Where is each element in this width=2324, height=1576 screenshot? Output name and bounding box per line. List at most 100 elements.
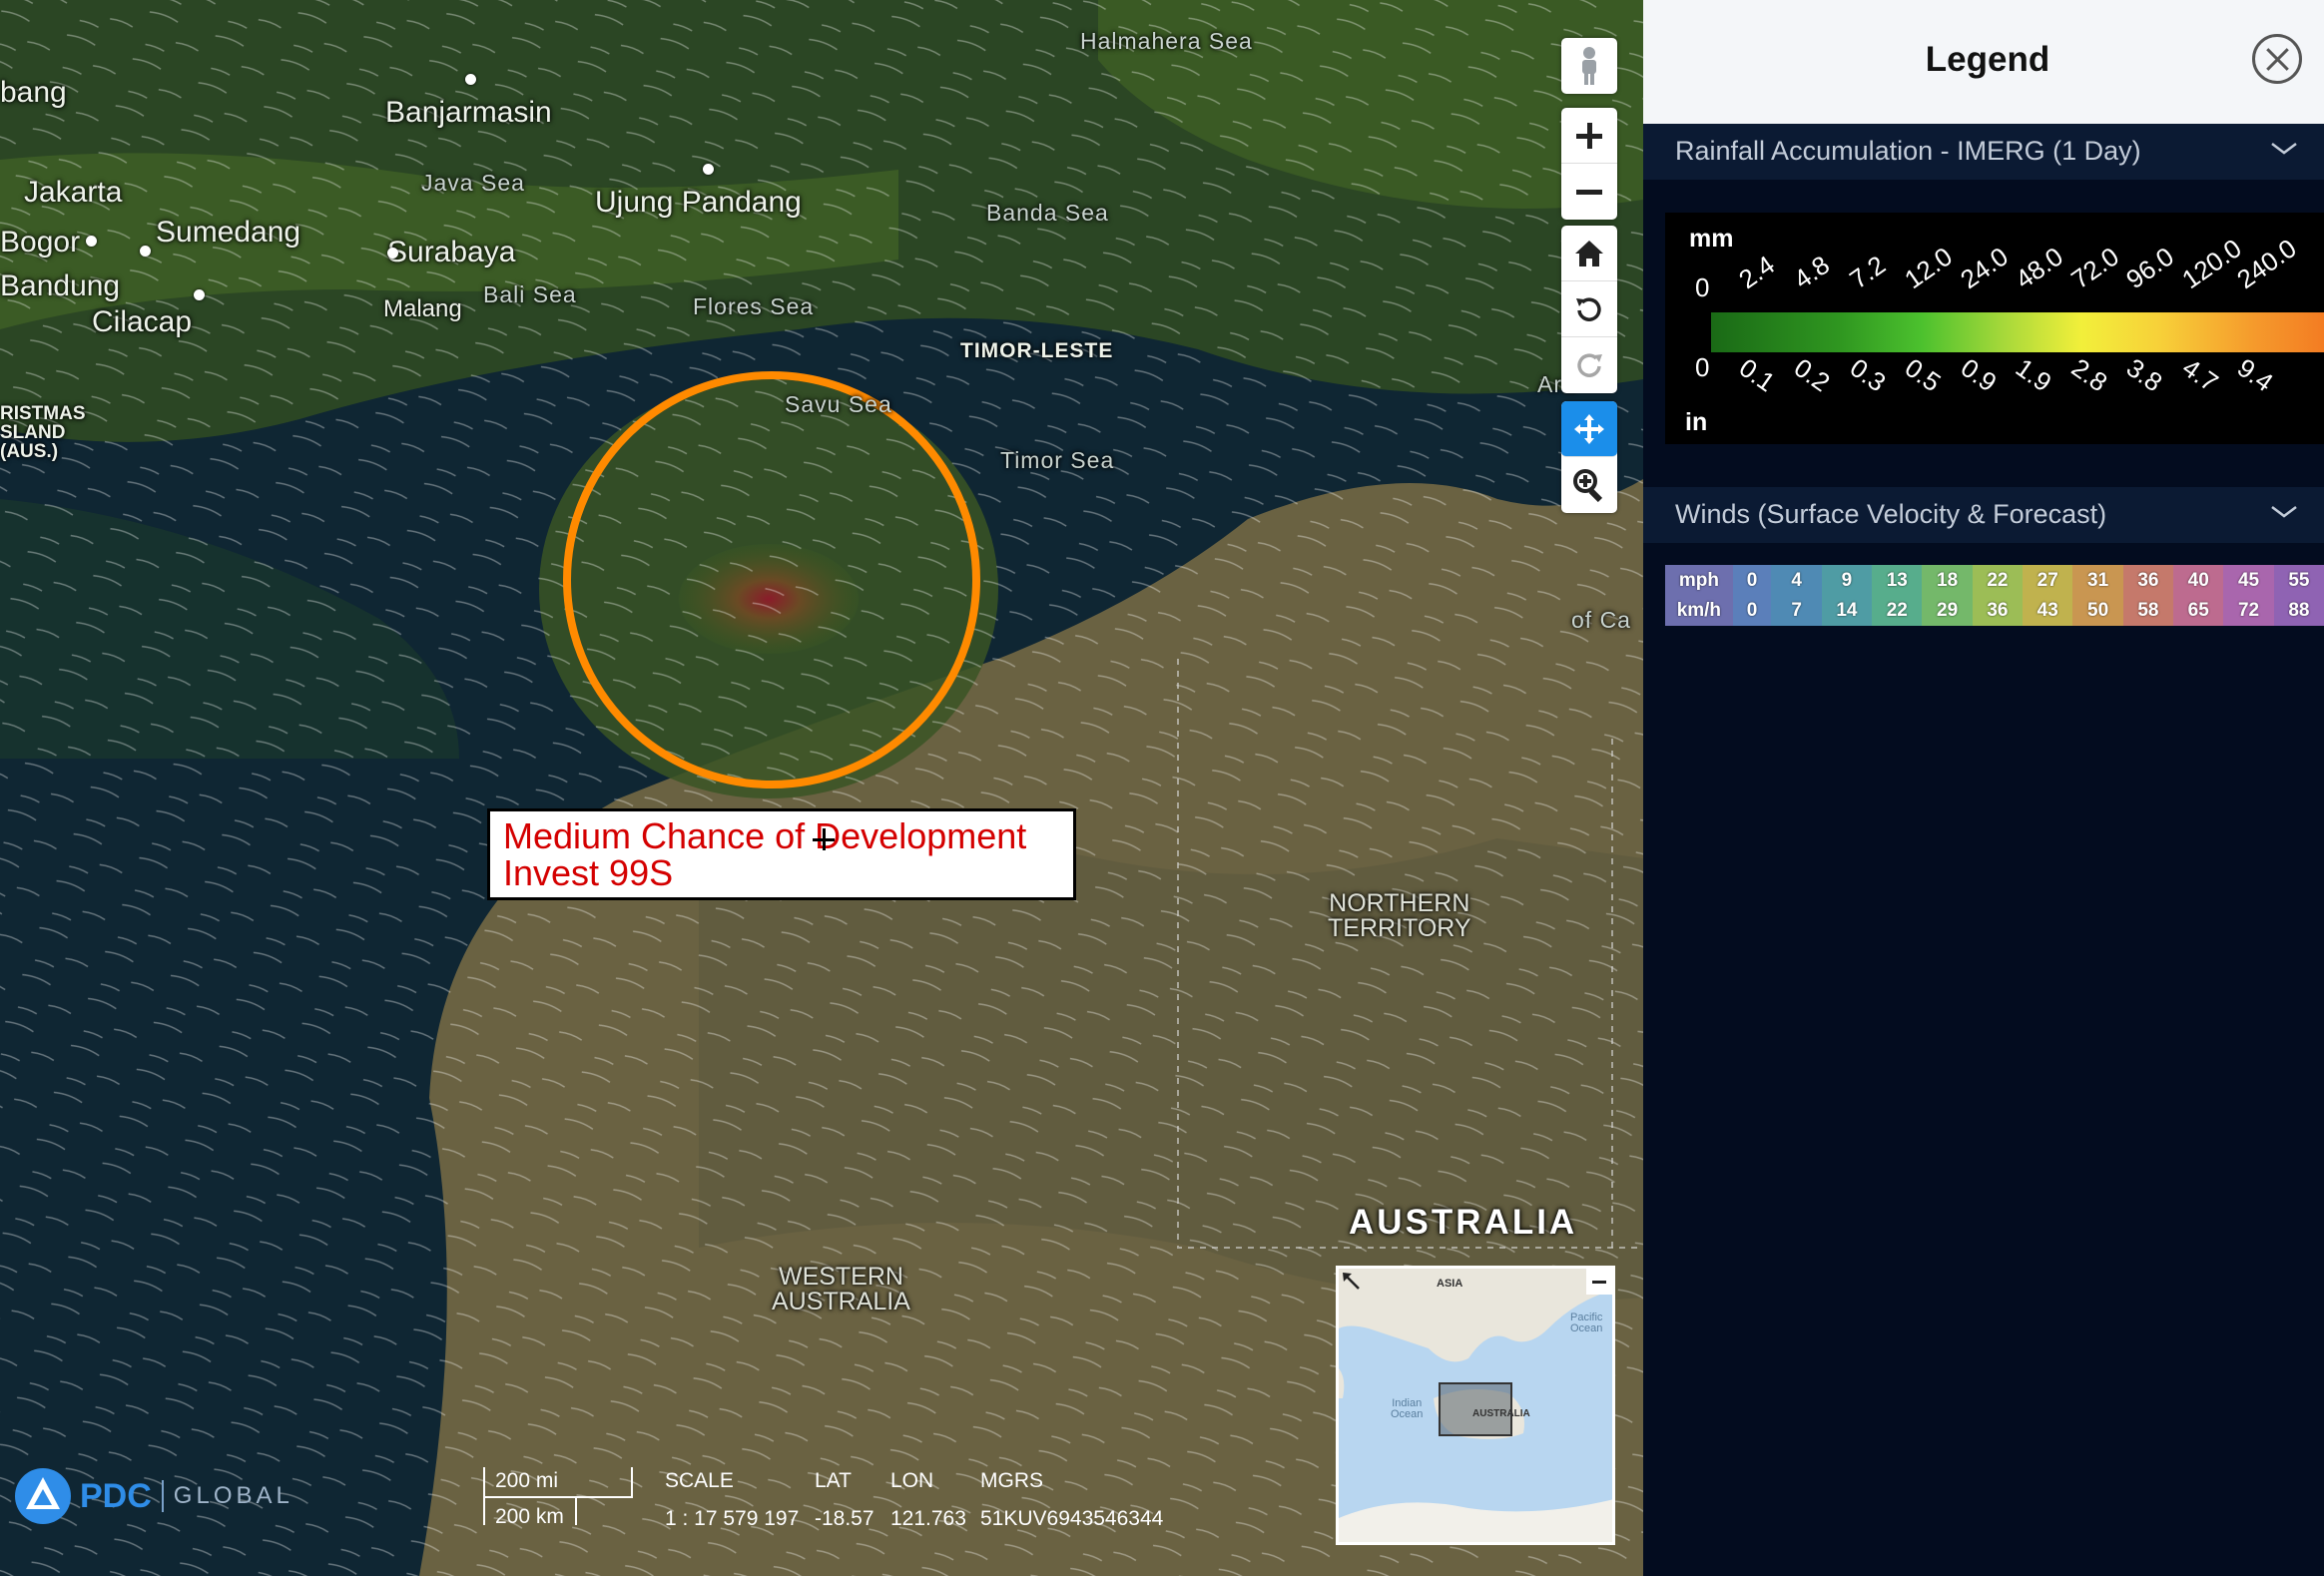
place-label: Sumedang bbox=[156, 216, 301, 249]
scale-bar: 200 mi 200 km bbox=[483, 1467, 633, 1528]
storm-annotation[interactable]: Medium Chance of Development Invest 99S bbox=[487, 808, 1076, 900]
minimap-label: Indian Ocean bbox=[1391, 1397, 1424, 1420]
wind-value: 88 bbox=[2288, 599, 2310, 621]
wind-value: 4 bbox=[1791, 569, 1802, 591]
place-label: Bandung bbox=[0, 269, 121, 302]
chevron-down-icon[interactable] bbox=[2270, 505, 2298, 519]
crosshair-icon bbox=[813, 828, 835, 850]
in-tick: 9.4 bbox=[2231, 352, 2279, 398]
in-tick: 4.7 bbox=[2176, 352, 2224, 398]
street-view-control[interactable] bbox=[1561, 38, 1617, 94]
wind-speed-cell: 00 bbox=[1732, 565, 1772, 626]
move-icon[interactable] bbox=[1561, 401, 1617, 457]
sea-label: of Ca bbox=[1571, 607, 1631, 633]
sea-label: Halmahera Sea bbox=[1080, 28, 1253, 54]
region-label: NORTHERN TERRITORY bbox=[1328, 889, 1471, 942]
country-label: AUSTRALIA bbox=[1349, 1203, 1578, 1242]
wind-speed-cell: 9 14 bbox=[1821, 565, 1873, 626]
zoom-search-icon[interactable] bbox=[1561, 457, 1617, 513]
minimize-icon[interactable] bbox=[1586, 1269, 1612, 1295]
scale-km: 200 km bbox=[495, 1505, 564, 1528]
sea-label: Banda Sea bbox=[986, 200, 1109, 226]
wind-value: 22 bbox=[1886, 599, 1908, 621]
wind-speed-cell: 22 36 bbox=[1972, 565, 2024, 626]
rotate-right-icon[interactable] bbox=[1561, 337, 1617, 393]
mm-tick: 72.0 bbox=[2064, 241, 2124, 295]
wind-value: 22 bbox=[1987, 569, 2009, 591]
place-label: bang bbox=[0, 76, 67, 109]
map-view[interactable]: bang Jakarta Bogor Bandung Sumedang Cila… bbox=[0, 0, 1643, 1576]
wind-value: 31 bbox=[2087, 569, 2109, 591]
wind-value: 36 bbox=[2137, 569, 2159, 591]
legend-header: Legend bbox=[1643, 0, 2324, 124]
annotation-line-2: Invest 99S bbox=[503, 852, 674, 893]
unit-in: in bbox=[1685, 408, 1708, 436]
region-label: WESTERN AUSTRALIA bbox=[772, 1263, 910, 1315]
minimap-label: ASIA bbox=[1437, 1278, 1463, 1290]
scale-miles: 200 mi bbox=[495, 1469, 559, 1492]
minimap-label: AUSTRALIA bbox=[1472, 1408, 1530, 1419]
mm-tick: 4.8 bbox=[1788, 249, 1836, 295]
mm-tick: 24.0 bbox=[1954, 241, 2014, 295]
person-icon[interactable] bbox=[1561, 38, 1617, 94]
mm-tick: 240.0 bbox=[2231, 233, 2302, 295]
overview-minimap[interactable]: ASIA Pacific Ocean Indian Ocean AUSTRALI… bbox=[1336, 1266, 1615, 1545]
pdc-logo: PDC GLOBAL bbox=[14, 1467, 293, 1525]
wind-value: 55 bbox=[2288, 569, 2310, 591]
wind-value: 0 bbox=[1746, 569, 1758, 591]
close-icon[interactable] bbox=[2252, 34, 2302, 84]
winds-section-header[interactable]: Winds (Surface Velocity & Forecast) bbox=[1643, 487, 2324, 543]
wind-unit-labels: mph km/h bbox=[1665, 565, 1733, 626]
wind-value: 72 bbox=[2237, 599, 2260, 621]
wind-value: 36 bbox=[1987, 599, 2009, 621]
wind-value: km/h bbox=[1676, 599, 1722, 621]
wind-value: 50 bbox=[2087, 599, 2109, 621]
legend-panel: Legend Rainfall Accumulation - IMERG (1 … bbox=[1643, 0, 2324, 1576]
chevron-down-icon[interactable] bbox=[2270, 142, 2298, 156]
wind-value: 29 bbox=[1937, 599, 1959, 621]
plus-icon[interactable] bbox=[1561, 108, 1617, 164]
mm-tick: 96.0 bbox=[2120, 241, 2179, 295]
place-label: TIMOR-LESTE bbox=[960, 339, 1114, 362]
rainfall-section-header[interactable]: Rainfall Accumulation - IMERG (1 Day) bbox=[1643, 124, 2324, 180]
sea-label: Timor Sea bbox=[1000, 447, 1115, 473]
wind-value: 58 bbox=[2137, 599, 2159, 621]
sea-label: Bali Sea bbox=[483, 281, 577, 307]
winds-section-title: Winds (Surface Velocity & Forecast) bbox=[1675, 499, 2107, 529]
wind-value: 0 bbox=[1746, 599, 1758, 621]
logo-product: GLOBAL bbox=[173, 1482, 293, 1509]
lat-label: LAT bbox=[815, 1469, 852, 1492]
city-marker bbox=[387, 248, 398, 259]
city-marker bbox=[465, 74, 476, 85]
lon-label: LON bbox=[890, 1469, 934, 1492]
wind-speed-cell: 31 50 bbox=[2072, 565, 2123, 626]
wind-value: 43 bbox=[2036, 599, 2058, 621]
mm-tick: 2.4 bbox=[1732, 249, 1780, 295]
rotate-left-icon[interactable] bbox=[1561, 281, 1617, 337]
place-label: Surabaya bbox=[387, 236, 516, 268]
unit-mm: mm bbox=[1689, 225, 1734, 253]
lat-value: -18.57 bbox=[815, 1507, 874, 1530]
minus-icon[interactable] bbox=[1561, 164, 1617, 220]
minimap-label: Pacific Ocean bbox=[1570, 1312, 1603, 1334]
wind-speed-cell: 36 58 bbox=[2122, 565, 2174, 626]
home-icon[interactable] bbox=[1561, 226, 1617, 281]
pdc-logo-icon bbox=[15, 1468, 71, 1524]
annotation-line-1: Medium Chance of Development bbox=[503, 815, 1027, 856]
sea-label: Java Sea bbox=[421, 170, 525, 196]
in-tick: 0.1 bbox=[1733, 352, 1781, 398]
city-marker bbox=[194, 289, 205, 300]
wind-speed-cell: 55 88 bbox=[2273, 565, 2324, 626]
wind-value: 27 bbox=[2036, 569, 2058, 591]
in-tick: 2.8 bbox=[2065, 352, 2113, 398]
wind-value: 18 bbox=[1937, 569, 1959, 591]
wind-value: 45 bbox=[2237, 569, 2260, 591]
mm-tick: 120.0 bbox=[2175, 233, 2247, 295]
place-label: Ujung Pandang bbox=[595, 186, 802, 219]
wind-speed-cell: 27 43 bbox=[2023, 565, 2073, 626]
city-marker bbox=[86, 236, 97, 247]
in-tick: 1.9 bbox=[2010, 352, 2057, 398]
wind-value: 7 bbox=[1791, 599, 1802, 621]
expand-arrow-icon[interactable] bbox=[1339, 1269, 1365, 1295]
in-tick: 0.5 bbox=[1899, 352, 1947, 398]
